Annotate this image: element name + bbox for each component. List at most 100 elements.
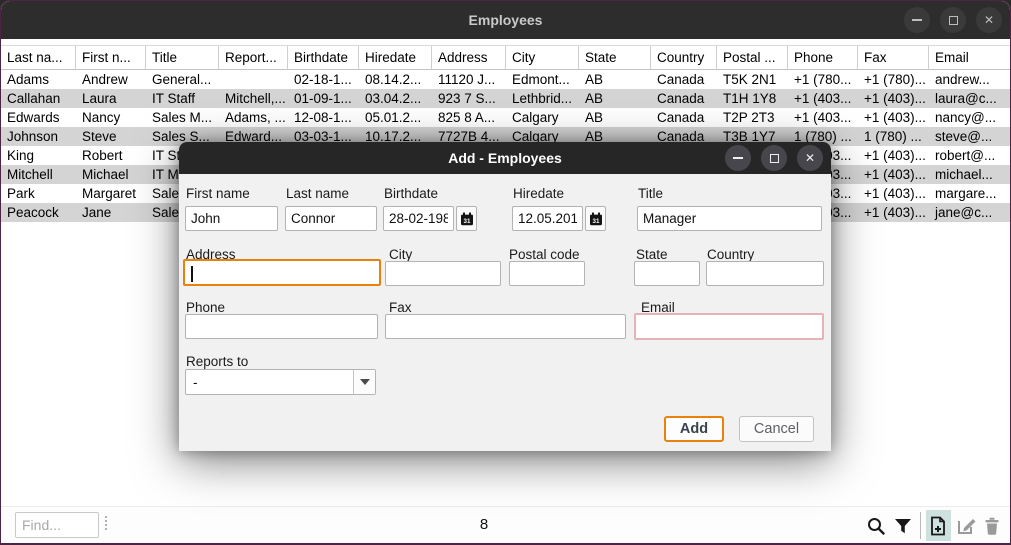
add-record-icon[interactable] (928, 516, 948, 536)
hiredate-calendar-button[interactable]: 31 (585, 206, 606, 231)
add-button[interactable]: Add (664, 416, 724, 442)
table-cell: T2P 2T3 (717, 108, 788, 127)
last-name-label: Last name (286, 186, 349, 201)
column-header[interactable]: First n... (76, 45, 146, 70)
minimize-icon (733, 157, 743, 159)
table-cell: +1 (403... (788, 108, 858, 127)
table-cell: Andrew (76, 70, 146, 89)
table-cell: Michael (76, 165, 146, 184)
table-cell: Laura (76, 89, 146, 108)
maximize-icon (949, 16, 958, 25)
add-employees-dialog: Add - Employees ✕ First name Last name B… (179, 142, 831, 451)
birthdate-label: Birthdate (384, 186, 438, 201)
cancel-button[interactable]: Cancel (739, 416, 814, 442)
column-header[interactable]: Last na... (1, 45, 76, 70)
table-cell: AB (579, 70, 651, 89)
close-button[interactable]: ✕ (976, 7, 1002, 33)
table-cell (219, 70, 288, 89)
address-field[interactable] (183, 259, 381, 286)
phone-field[interactable] (185, 314, 378, 339)
last-name-field[interactable] (285, 206, 377, 231)
maximize-icon (770, 154, 779, 163)
table-cell: AB (579, 108, 651, 127)
hiredate-field[interactable] (512, 206, 583, 231)
svg-text:31: 31 (592, 218, 599, 225)
dialog-minimize-button[interactable] (725, 145, 751, 171)
table-cell: Nancy (76, 108, 146, 127)
chevron-down-icon (360, 379, 370, 385)
table-cell: Johnson (1, 127, 76, 146)
table-cell: Jane (76, 203, 146, 222)
column-header[interactable]: Postal ... (717, 45, 788, 70)
table-cell: +1 (403)... (858, 146, 929, 165)
filter-icon[interactable] (893, 516, 913, 536)
table-cell: AB (579, 89, 651, 108)
table-row[interactable]: EdwardsNancySales M...Adams, ...12-08-1.… (1, 108, 1011, 127)
dialog-close-button[interactable]: ✕ (797, 145, 823, 171)
table-row[interactable]: CallahanLauraIT StaffMitchell,...01-09-1… (1, 89, 1011, 108)
table-cell: Peacock (1, 203, 76, 222)
table-cell: +1 (403... (788, 89, 858, 108)
column-header[interactable]: State (579, 45, 651, 70)
text-cursor (191, 266, 193, 282)
minimize-button[interactable] (904, 7, 930, 33)
birthdate-field[interactable] (383, 206, 454, 231)
edit-record-icon[interactable] (956, 516, 976, 536)
record-count: 8 (1, 507, 967, 543)
country-field[interactable] (706, 261, 824, 286)
dialog-maximize-button[interactable] (761, 145, 787, 171)
table-cell: 01-09-1... (288, 89, 359, 108)
table-cell: Edmont... (506, 70, 579, 89)
titlebar[interactable]: Employees ✕ (1, 1, 1010, 39)
table-cell: Calgary (506, 108, 579, 127)
table-cell: +1 (780)... (858, 70, 929, 89)
city-field[interactable] (385, 261, 501, 286)
title-field[interactable] (637, 206, 822, 231)
table-cell: Margaret (76, 184, 146, 203)
column-header[interactable]: Report... (219, 45, 288, 70)
birthdate-calendar-button[interactable]: 31 (456, 206, 477, 231)
table-cell: Robert (76, 146, 146, 165)
table-cell: Callahan (1, 89, 76, 108)
first-name-field[interactable] (185, 206, 278, 231)
toolbar-separator (920, 512, 921, 539)
table-row[interactable]: AdamsAndrewGeneral...02-18-1...08.14.2..… (1, 70, 1011, 89)
table-header-row: Last na...First n...TitleReport...Birthd… (1, 45, 1011, 70)
calendar-icon: 31 (589, 212, 603, 226)
column-header[interactable]: Fax (858, 45, 929, 70)
column-header[interactable]: Birthdate (288, 45, 359, 70)
delete-record-icon[interactable] (982, 516, 1002, 536)
column-header[interactable]: Hiredate (359, 45, 432, 70)
calendar-icon: 31 (460, 212, 474, 226)
fax-field[interactable] (385, 314, 626, 339)
table-cell: +1 (403)... (858, 203, 929, 222)
title-label: Title (638, 186, 663, 201)
postal-code-field[interactable] (509, 261, 585, 286)
maximize-button[interactable] (940, 7, 966, 33)
table-cell: +1 (403)... (858, 165, 929, 184)
dialog-titlebar[interactable]: Add - Employees ✕ (179, 142, 831, 174)
state-field[interactable] (634, 261, 700, 286)
table-cell: 923 7 S... (432, 89, 506, 108)
statusbar: 8 (1, 506, 1010, 543)
table-cell: 825 8 A... (432, 108, 506, 127)
column-header[interactable]: Phone (788, 45, 858, 70)
table-cell: Steve (76, 127, 146, 146)
column-header[interactable]: Address (432, 45, 506, 70)
table-cell: 02-18-1... (288, 70, 359, 89)
reports-to-dropdown[interactable]: - (185, 369, 376, 395)
column-header[interactable]: Email (929, 45, 1011, 70)
table-cell: Edwards (1, 108, 76, 127)
dropdown-arrow-button[interactable] (353, 370, 375, 394)
table-cell: laura@c... (929, 89, 1011, 108)
fax-label: Fax (389, 300, 412, 315)
table-cell: Canada (651, 89, 717, 108)
column-header[interactable]: City (506, 45, 579, 70)
column-header[interactable]: Country (651, 45, 717, 70)
table-cell: Mitchell,... (219, 89, 288, 108)
email-field[interactable] (634, 313, 824, 340)
column-header[interactable]: Title (146, 45, 219, 70)
first-name-label: First name (186, 186, 250, 201)
search-icon[interactable] (866, 516, 886, 536)
svg-text:31: 31 (463, 218, 470, 225)
